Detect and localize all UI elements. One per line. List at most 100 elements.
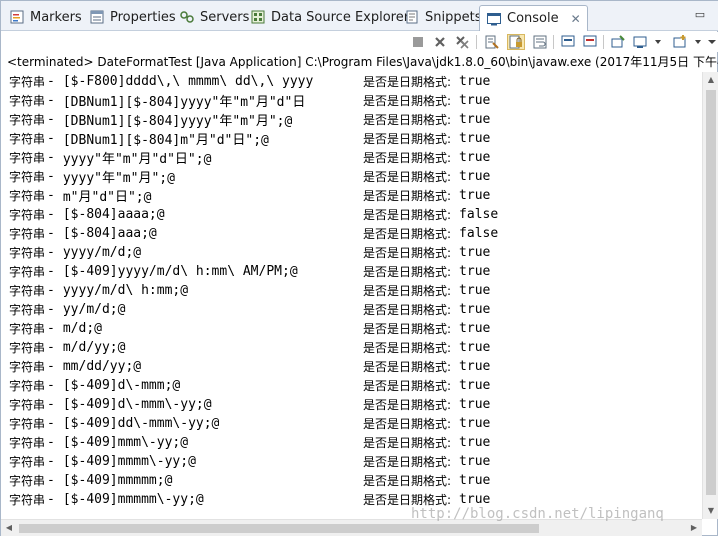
tab-properties[interactable]: Properties [89,5,176,29]
display-selected-console-button[interactable] [631,34,649,50]
result-value: true [459,169,491,184]
date-check-result: 是否是日期格式: true [363,281,490,300]
console-line: 字符串 - [$-409]yyyy/m/d\ h:mm\ AM/PM;@ [9,262,298,281]
remove-launch-button[interactable] [431,34,449,50]
tab-servers[interactable]: Servers [179,5,249,29]
result-value: false [459,207,499,222]
result-value: true [459,397,491,412]
show-console-stdout-button[interactable] [559,34,577,50]
line-separator: - [47,74,55,89]
remove-all-icon [456,36,469,49]
date-check-result: 是否是日期格式: true [363,91,490,110]
scroll-down-icon[interactable]: ▼ [703,503,718,519]
tab-console[interactable]: Console ✕ [479,5,588,31]
date-check-result: 是否是日期格式: true [363,148,490,167]
console-line: 字符串 - [DBNum1][$-804]m"月"d"日";@ [9,129,269,148]
scroll-lock-button[interactable] [507,34,525,50]
console-line: 字符串 - yyyy/m/d\ h:mm;@ [9,281,188,300]
watermark: http://blog.csdn.net/lipinganq [411,506,664,522]
date-check-result: 是否是日期格式: true [363,319,490,338]
console-stderr-icon [583,35,597,47]
line-label: 字符串 [9,398,46,412]
line-separator: - [47,93,55,108]
result-label: 是否是日期格式: [363,436,452,450]
date-check-result: 是否是日期格式: true [363,376,490,395]
clear-console-button[interactable] [483,34,501,50]
date-check-result: 是否是日期格式: true [363,471,490,490]
line-label: 字符串 [9,474,46,488]
console-line: 字符串 - [$-409]mmm\-yy;@ [9,433,188,452]
line-separator: - [47,188,55,203]
open-console-button[interactable] [671,34,689,50]
vertical-scroll-thumb[interactable] [706,90,716,495]
format-string: [$-F800]dddd\,\ mmmm\ dd\,\ yyyy [62,74,314,89]
line-label: 字符串 [9,303,46,317]
console-output[interactable]: 字符串 - [$-F800]dddd\,\ mmmm\ dd\,\ yyyy 是否是日… [1,72,702,519]
view-menu-button[interactable] [703,34,718,50]
chevron-down-icon [655,40,661,44]
scroll-up-icon[interactable]: ▲ [703,72,718,88]
restore-icon[interactable]: ▭ [693,8,707,22]
format-string: [$-409]d\-mmm;@ [62,378,181,393]
line-separator: - [47,416,55,431]
line-separator: - [47,492,55,507]
terminate-button[interactable] [409,34,427,50]
scroll-left-icon[interactable]: ◀ [1,520,17,536]
scroll-right-icon[interactable]: ▶ [686,520,702,536]
console-line: 字符串 - [$-804]aaa;@ [9,224,157,243]
remove-all-terminated-button[interactable] [453,34,471,50]
format-string: [$-409]mmmmm\-yy;@ [62,492,204,507]
show-console-stderr-button[interactable] [581,34,599,50]
format-string: yyyy/m/d;@ [62,245,142,260]
format-string: [DBNum1][$-804]m"月"d"日";@ [62,133,269,148]
result-value: true [459,74,491,89]
line-label: 字符串 [9,493,46,507]
console-line: 字符串 - yyyy"年"m"月";@ [9,167,175,186]
line-separator: - [47,169,55,184]
snippets-icon [406,10,418,24]
date-check-result: 是否是日期格式: true [363,72,490,91]
tab-label: Console [507,11,559,26]
line-label: 字符串 [9,113,46,127]
console-view: Markers Properties Servers Data Source E… [0,0,718,536]
horizontal-scroll-thumb[interactable] [19,524,539,533]
result-label: 是否是日期格式: [363,265,452,279]
console-toolbar [1,32,718,52]
clear-console-icon [485,35,499,49]
console-line: 字符串 - [$-409]d\-mmm\-yy;@ [9,395,212,414]
close-icon[interactable]: ✕ [571,12,581,26]
line-label: 字符串 [9,75,46,89]
tab-data-source-explorer[interactable]: Data Source Explorer [250,5,409,29]
properties-icon [90,10,104,24]
console-line: 字符串 - [DBNum1][$-804]yyyy"年"m"月";@ [9,110,292,129]
result-value: true [459,245,491,260]
format-string: [DBNum1][$-804]yyyy"年"m"月"d"日 [62,95,306,110]
remove-icon [435,37,445,47]
result-value: true [459,416,491,431]
result-value: true [459,93,491,108]
result-value: true [459,435,491,450]
vertical-scrollbar[interactable]: ▲ ▼ [702,72,718,519]
format-string: [$-409]yyyy/m/d\ h:mm\ AM/PM;@ [62,264,298,279]
tab-snippets[interactable]: Snippets [404,5,481,29]
format-string: yyyy/m/d\ h:mm;@ [62,283,189,298]
format-string: yy/m/d;@ [62,302,126,317]
date-check-result: 是否是日期格式: true [363,338,490,357]
servers-icon [180,11,194,23]
line-label: 字符串 [9,94,46,108]
display-console-dropdown[interactable] [649,34,667,50]
date-check-result: 是否是日期格式: false [363,205,498,224]
tab-markers[interactable]: Markers [9,5,82,29]
result-label: 是否是日期格式: [363,189,452,203]
result-label: 是否是日期格式: [363,474,452,488]
toolbar-separator [476,35,477,49]
line-separator: - [47,207,55,222]
pin-console-button[interactable] [609,34,627,50]
word-wrap-button[interactable] [531,34,549,50]
line-separator: - [47,131,55,146]
date-check-result: 是否是日期格式: true [363,300,490,319]
line-label: 字符串 [9,170,46,184]
line-separator: - [47,112,55,127]
line-separator: - [47,359,55,374]
result-label: 是否是日期格式: [363,170,452,184]
